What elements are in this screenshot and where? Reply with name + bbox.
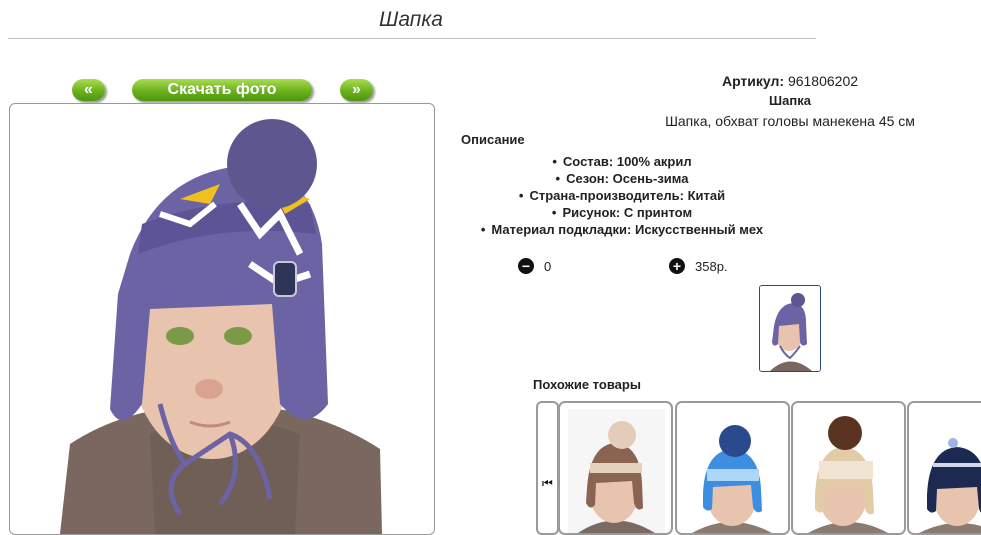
plus-icon[interactable]: + bbox=[669, 258, 685, 274]
prev-photo-button[interactable]: « bbox=[72, 79, 105, 101]
similar-product-image bbox=[909, 403, 981, 533]
similar-product-card[interactable] bbox=[907, 401, 981, 535]
next-photo-button[interactable]: » bbox=[340, 79, 373, 101]
similar-product-card[interactable] bbox=[558, 401, 673, 535]
spec-item: Сезон: Осень-зима bbox=[430, 170, 814, 187]
details-heading: Описание bbox=[461, 132, 525, 147]
product-photo-image bbox=[60, 119, 382, 534]
skip-back-icon: ⏮ bbox=[542, 476, 553, 490]
download-photo-button[interactable]: Скачать фото bbox=[132, 79, 312, 101]
similar-products-heading: Похожие товары bbox=[533, 377, 641, 392]
sku-value: 961806202 bbox=[787, 73, 859, 89]
spec-item: Материал подкладки: Искусственный мех bbox=[430, 221, 814, 238]
similar-scroll-button[interactable]: ⏮ bbox=[536, 401, 559, 535]
title-divider bbox=[8, 38, 816, 39]
spec-item: Рисунок: С принтом bbox=[430, 204, 814, 221]
spec-list: Состав: 100% акрил Сезон: Осень-зима Стр… bbox=[430, 153, 814, 238]
spec-item: Страна-производитель: Китай bbox=[430, 187, 814, 204]
price-value: 358р. bbox=[695, 258, 728, 274]
page-title: Шапка bbox=[379, 8, 443, 31]
quantity-value: 0 bbox=[544, 258, 552, 274]
minus-icon[interactable]: − bbox=[518, 258, 534, 274]
sku-label: Артикул: bbox=[721, 73, 785, 89]
product-name: Шапка bbox=[769, 93, 811, 108]
quantity-control: − 0 bbox=[518, 258, 551, 274]
similar-product-card[interactable] bbox=[675, 401, 790, 535]
similar-product-card[interactable] bbox=[791, 401, 906, 535]
spec-item: Состав: 100% акрил bbox=[430, 153, 814, 170]
similar-product-image bbox=[677, 403, 788, 533]
thumbnail-image bbox=[760, 286, 820, 371]
add-to-cart-control: + 358р. bbox=[669, 258, 728, 274]
similar-product-image bbox=[568, 409, 665, 533]
sku-line: Артикул: 961806202 bbox=[622, 73, 958, 89]
product-description: Шапка, обхват головы манекена 45 см bbox=[665, 113, 915, 129]
photo-thumbnail[interactable] bbox=[759, 285, 821, 372]
similar-product-image bbox=[793, 403, 904, 533]
product-photo bbox=[9, 103, 435, 535]
